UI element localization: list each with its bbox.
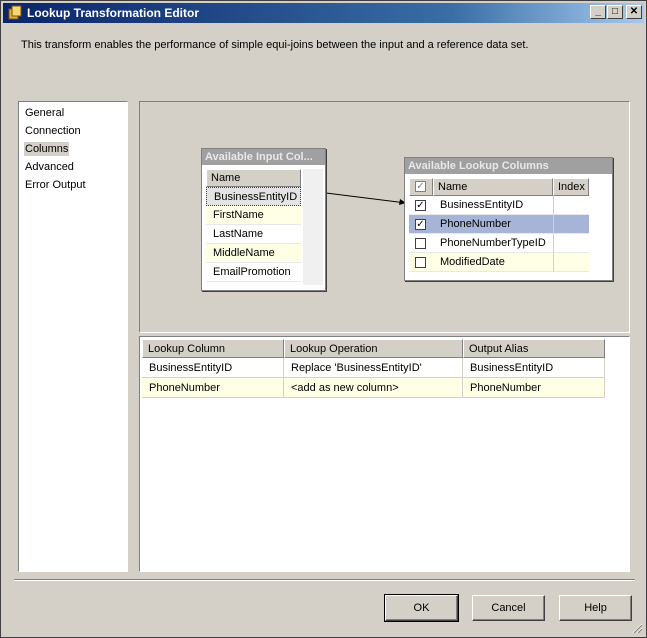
lookup-row-check-cell: [409, 234, 433, 253]
lookup-index-cell[interactable]: [553, 196, 589, 215]
grid-cell-output-alias[interactable]: BusinessEntityID: [463, 358, 605, 378]
select-all-header[interactable]: ✓: [409, 178, 433, 196]
title-bar[interactable]: Lookup Transformation Editor _ □ ✕: [3, 3, 644, 23]
lookup-row-phonenumber[interactable]: PhoneNumber: [433, 215, 553, 234]
lookup-checkbox-phonenumbertypeid[interactable]: [415, 238, 426, 249]
grid-header-lookup-operation[interactable]: Lookup Operation: [284, 339, 463, 358]
grid-header-lookup-column[interactable]: Lookup Column: [142, 339, 284, 358]
page-navigation-list[interactable]: General Connection Columns Advanced Erro…: [18, 101, 128, 572]
lookup-row-modifieddate[interactable]: ModifiedDate: [433, 253, 553, 272]
footer-separator: [14, 579, 635, 581]
cancel-button[interactable]: Cancel: [472, 595, 545, 621]
nav-item-advanced[interactable]: Advanced: [24, 160, 75, 174]
lookup-checkbox-modifieddate[interactable]: [415, 257, 426, 268]
input-row-emailpromotion[interactable]: EmailPromotion: [206, 263, 301, 282]
editor-description: This transform enables the performance o…: [21, 39, 529, 51]
nav-item-connection[interactable]: Connection: [24, 124, 82, 138]
lookup-row-businessentityid[interactable]: BusinessEntityID: [433, 196, 553, 215]
lookup-name-header[interactable]: Name: [433, 178, 553, 196]
input-row-lastname[interactable]: LastName: [206, 225, 301, 244]
lookup-table-title[interactable]: Available Lookup Columns: [405, 158, 612, 174]
nav-item-general[interactable]: General: [24, 106, 65, 120]
lookup-transform-icon: [8, 5, 22, 20]
lookup-checkbox-businessentityid[interactable]: ✓: [415, 200, 426, 211]
lookup-row-phonenumbertypeid[interactable]: PhoneNumberTypeID: [433, 234, 553, 253]
resize-grip-icon[interactable]: [631, 622, 643, 634]
lookup-checkbox-phonenumber[interactable]: ✓: [415, 219, 426, 230]
input-table-title[interactable]: Available Input Col...: [202, 149, 325, 165]
input-name-header[interactable]: Name: [206, 169, 301, 187]
help-button[interactable]: Help: [559, 595, 632, 621]
lookup-mapping-grid[interactable]: Lookup Column Lookup Operation Output Al…: [139, 336, 630, 572]
lookup-index-header[interactable]: Index: [553, 178, 589, 196]
input-row-firstname[interactable]: FirstName: [206, 206, 301, 225]
nav-item-error-output[interactable]: Error Output: [24, 178, 87, 192]
lookup-index-cell[interactable]: [553, 234, 589, 253]
input-table-scroll-area: [303, 169, 323, 285]
lookup-transformation-editor-window: Lookup Transformation Editor _ □ ✕ This …: [0, 0, 647, 638]
column-mapping-designer[interactable]: Available Input Col... Name BusinessEnti…: [139, 101, 630, 333]
lookup-row-check-cell: ✓: [409, 215, 433, 234]
lookup-index-cell[interactable]: [553, 253, 589, 272]
grid-cell-lookup-operation[interactable]: <add as new column>: [284, 378, 463, 398]
available-input-columns-table[interactable]: Available Input Col... Name BusinessEnti…: [201, 148, 326, 291]
close-button[interactable]: ✕: [626, 5, 642, 19]
grid-cell-lookup-column[interactable]: PhoneNumber: [142, 378, 284, 398]
available-lookup-columns-table[interactable]: Available Lookup Columns ✓ Name Index ✓ …: [404, 157, 613, 281]
window-title: Lookup Transformation Editor: [27, 6, 200, 20]
select-all-checkbox[interactable]: ✓: [415, 181, 426, 192]
input-row-businessentityid[interactable]: BusinessEntityID: [206, 187, 301, 206]
maximize-button[interactable]: □: [607, 5, 623, 19]
input-row-middlename[interactable]: MiddleName: [206, 244, 301, 263]
nav-item-columns[interactable]: Columns: [24, 142, 70, 156]
grid-cell-lookup-operation[interactable]: Replace 'BusinessEntityID': [284, 358, 463, 378]
lookup-row-check-cell: [409, 253, 433, 272]
grid-cell-output-alias[interactable]: PhoneNumber: [463, 378, 605, 398]
grid-cell-lookup-column[interactable]: BusinessEntityID: [142, 358, 284, 378]
ok-button[interactable]: OK: [384, 594, 459, 622]
lookup-row-check-cell: ✓: [409, 196, 433, 215]
minimize-button[interactable]: _: [590, 5, 606, 19]
lookup-index-cell[interactable]: [553, 215, 589, 234]
grid-header-output-alias[interactable]: Output Alias: [463, 339, 605, 358]
